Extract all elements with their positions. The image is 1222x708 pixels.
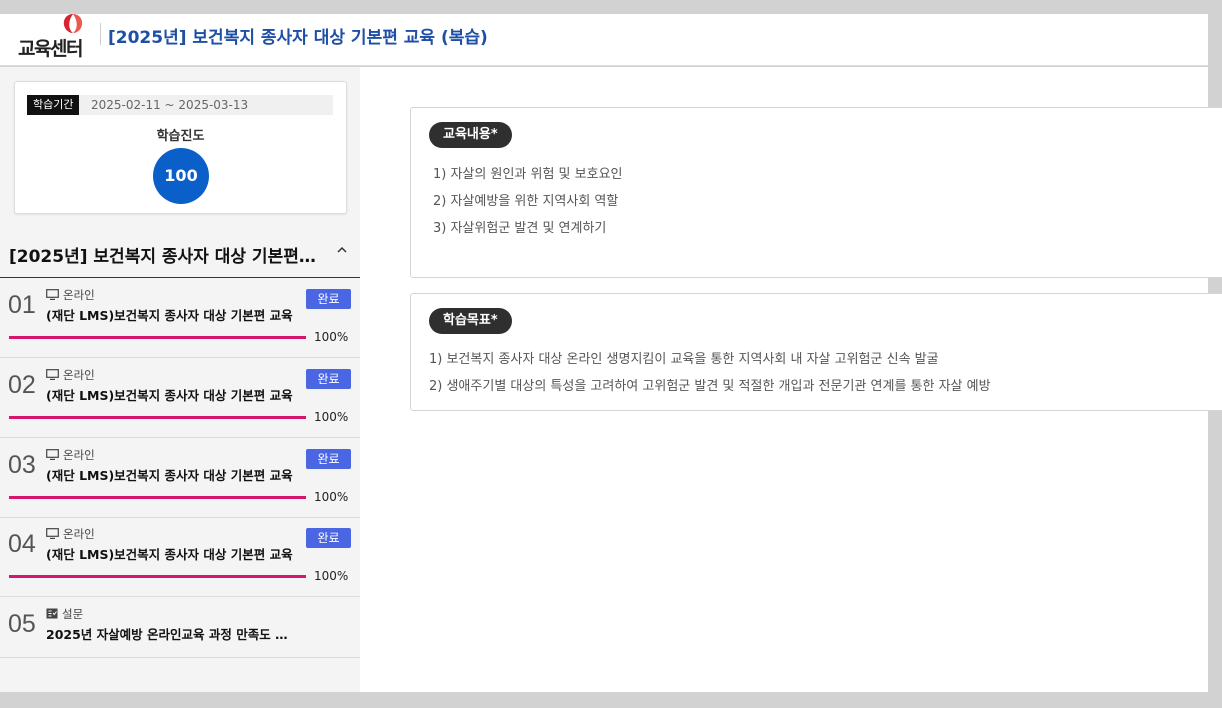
- item-percent: 100%: [314, 330, 349, 344]
- item-number: 05: [8, 610, 36, 638]
- item-type: 온라인: [46, 526, 95, 542]
- item-type: 온라인: [46, 447, 95, 463]
- content-line: 3) 자살위험군 발견 및 연계하기: [433, 221, 607, 236]
- status-badge: 완료: [306, 449, 351, 469]
- item-progress-fill: [9, 416, 306, 419]
- item-progress-bar: [9, 336, 306, 339]
- page-title: [2025년] 보건복지 종사자 대상 기본편 교육 (복습): [108, 28, 488, 48]
- chevron-up-icon[interactable]: [334, 244, 350, 260]
- item-type: 온라인: [46, 367, 95, 383]
- monitor-icon: [46, 449, 59, 460]
- course-title: [2025년] 보건복지 종사자 대상 기본편 교육 (복습): [9, 247, 319, 267]
- study-period-value: 2025-02-11 ~ 2025-03-13: [91, 98, 249, 112]
- item-title[interactable]: (재단 LMS)보건복지 종사자 대상 기본편 교육: [46, 544, 299, 563]
- progress-card: 학습기간 2025-02-11 ~ 2025-03-13 학습진도 100: [14, 81, 347, 214]
- item-type-label: 온라인: [63, 448, 95, 462]
- course-header[interactable]: [2025년] 보건복지 종사자 대상 기본편 교육 (복습): [0, 233, 360, 278]
- item-progress-bar: [9, 416, 306, 419]
- curriculum-item[interactable]: 03 온라인 (재단 LMS)보건복지 종사자 대상 기본편 교육 완료 100…: [0, 438, 360, 518]
- progress-circle: 100: [153, 148, 209, 204]
- content-line: 2) 자살예방을 위한 지역사회 역할: [433, 194, 619, 209]
- item-number: 01: [8, 291, 36, 319]
- item-percent: 100%: [314, 490, 349, 504]
- status-badge: 완료: [306, 528, 351, 548]
- education-content-box: 교육내용* 1) 자살의 원인과 위험 및 보호요인 2) 자살예방을 위한 지…: [410, 107, 1222, 278]
- sidebar: 학습기간 2025-02-11 ~ 2025-03-13 학습진도 100 [2…: [0, 67, 360, 692]
- curriculum-item[interactable]: 02 온라인 (재단 LMS)보건복지 종사자 대상 기본편 교육 완료 100…: [0, 358, 360, 438]
- study-period-label: 학습기간: [27, 95, 80, 115]
- edu-center-logo[interactable]: 교육센터: [18, 14, 94, 60]
- content-line: 1) 자살의 원인과 위험 및 보호요인: [433, 167, 623, 182]
- monitor-icon: [46, 528, 59, 539]
- item-progress-bar: [9, 496, 306, 499]
- item-title[interactable]: (재단 LMS)보건복지 종사자 대상 기본편 교육: [46, 305, 299, 324]
- item-progress-bar: [9, 575, 306, 578]
- main-content: 교육내용* 1) 자살의 원인과 위험 및 보호요인 2) 자살예방을 위한 지…: [360, 67, 1222, 692]
- item-progress-fill: [9, 496, 306, 499]
- app-window: 교육센터 [2025년] 보건복지 종사자 대상 기본편 교육 (복습) 학습기…: [0, 0, 1222, 708]
- goal-line: 2) 생애주기별 대상의 특성을 고려하여 고위험군 발견 및 적절한 개입과 …: [429, 379, 991, 394]
- item-progress-fill: [9, 575, 306, 578]
- curriculum-item[interactable]: 05 설문 2025년 자살예방 온라인교육 과정 만족도 조사: [0, 597, 360, 658]
- item-type: 온라인: [46, 287, 95, 303]
- item-type-label: 온라인: [63, 527, 95, 541]
- progress-title: 학습진도: [156, 129, 205, 144]
- logo-text: 교육센터: [18, 38, 83, 60]
- goal-line: 1) 보건복지 종사자 대상 온라인 생명지킴이 교육을 통한 지역사회 내 자…: [429, 352, 939, 367]
- item-percent: 100%: [314, 569, 349, 583]
- learning-goals-box: 학습목표* 1) 보건복지 종사자 대상 온라인 생명지킴이 교육을 통한 지역…: [410, 293, 1222, 411]
- curriculum-item[interactable]: 01 온라인 (재단 LMS)보건복지 종사자 대상 기본편 교육 완료 100…: [0, 278, 360, 358]
- curriculum-item[interactable]: 04 온라인 (재단 LMS)보건복지 종사자 대상 기본편 교육 완료 100…: [0, 517, 360, 597]
- item-type-label: 온라인: [63, 368, 95, 382]
- item-progress-fill: [9, 336, 306, 339]
- status-badge: 완료: [306, 289, 351, 309]
- item-type: 설문: [46, 606, 83, 622]
- education-content-label: 교육내용*: [429, 122, 512, 148]
- item-title[interactable]: (재단 LMS)보건복지 종사자 대상 기본편 교육: [46, 385, 299, 404]
- item-title[interactable]: 2025년 자살예방 온라인교육 과정 만족도 조사: [46, 624, 291, 643]
- learning-goals-label: 학습목표*: [429, 308, 512, 334]
- item-number: 04: [8, 530, 36, 558]
- status-badge: 완료: [306, 369, 351, 389]
- study-period: 학습기간 2025-02-11 ~ 2025-03-13: [27, 95, 333, 115]
- monitor-icon: [46, 289, 59, 300]
- item-percent: 100%: [314, 410, 349, 424]
- item-title[interactable]: (재단 LMS)보건복지 종사자 대상 기본편 교육: [46, 465, 299, 484]
- item-type-label: 온라인: [63, 288, 95, 302]
- header-divider: [100, 23, 101, 45]
- page-header: 교육센터 [2025년] 보건복지 종사자 대상 기본편 교육 (복습): [0, 14, 1208, 66]
- item-type-label: 설문: [62, 607, 84, 621]
- monitor-icon: [46, 369, 59, 380]
- item-number: 03: [8, 451, 36, 479]
- survey-icon: [46, 608, 58, 619]
- item-number: 02: [8, 371, 36, 399]
